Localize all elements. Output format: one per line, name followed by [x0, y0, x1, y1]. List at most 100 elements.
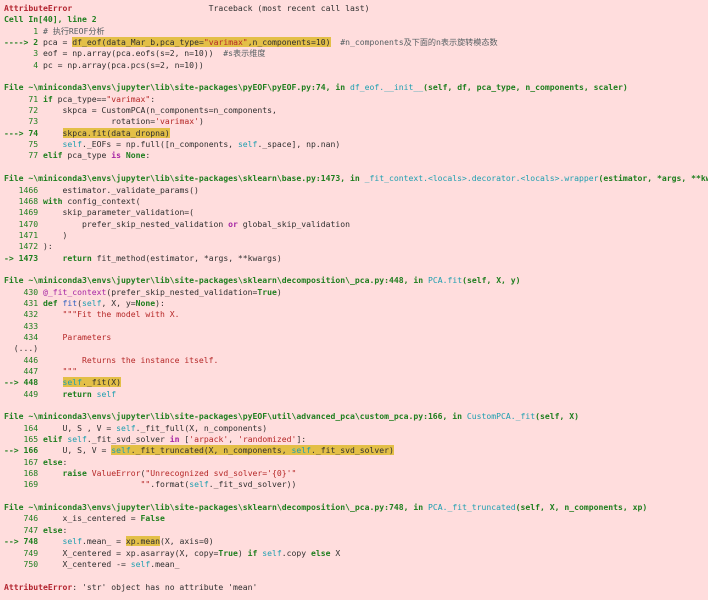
highlighted-code-segment: self [63, 377, 83, 387]
code-segment [38, 479, 140, 489]
code-segment: File ~\miniconda3\envs\jupyter\lib\site-… [4, 82, 350, 92]
traceback-line [4, 71, 708, 82]
traceback-line: 77 elif pca_type is None: [4, 150, 708, 161]
code-segment: # 执行REOF分析 [43, 26, 105, 36]
traceback-line: 431 def fit(self, X, y=None): [4, 298, 708, 309]
code-segment: pca = [38, 37, 72, 47]
code-segment: _fit_context.<locals>.decorator.<locals>… [365, 173, 599, 183]
code-segment: x_is_centered = [38, 513, 140, 523]
code-segment: .format( [150, 479, 189, 489]
traceback-line: --> 748 self.mean_ = xp.mean(X, axis=0) [4, 536, 708, 547]
traceback-line: 169 "".format(self._fit_svd_solver)) [4, 479, 708, 490]
code-segment: 432 [4, 309, 38, 319]
code-segment: fit [63, 298, 78, 308]
code-segment: ValueError [92, 468, 141, 478]
code-segment: 73 [4, 116, 38, 126]
code-segment: 749 [4, 548, 38, 558]
code-segment: File ~\miniconda3\envs\jupyter\lib\site-… [4, 275, 428, 285]
highlighted-code-segment: ._fit_truncated(X, n_components, [131, 445, 292, 455]
code-segment: (...) [4, 343, 38, 353]
code-segment: 167 [4, 457, 38, 467]
code-segment: global_skip_validation [238, 219, 350, 229]
code-segment: else [43, 525, 63, 535]
highlighted-code-segment: "varimax" [204, 37, 248, 47]
code-segment: 71 [4, 94, 38, 104]
traceback-line: 746 x_is_centered = False [4, 513, 708, 524]
code-segment: , X, y= [102, 298, 136, 308]
traceback-line [4, 264, 708, 275]
traceback-line [4, 162, 708, 173]
traceback-line: 1 # 执行REOF分析 [4, 26, 708, 37]
traceback-line: 1472 ): [4, 241, 708, 252]
traceback-line: 432 """Fit the model with X. [4, 309, 708, 320]
code-segment: --> 166 [4, 445, 38, 455]
code-segment: self [97, 389, 117, 399]
code-segment: in [170, 434, 180, 444]
code-segment [38, 389, 62, 399]
code-segment: : [63, 457, 68, 467]
code-segment: False [140, 513, 164, 523]
traceback-line: --> 166 U, S, V = self._fit_truncated(X,… [4, 445, 708, 456]
code-segment [38, 468, 62, 478]
code-segment: U, S , V = [38, 423, 116, 433]
code-segment: Traceback (most recent call last) [72, 3, 369, 13]
code-segment: return [63, 253, 92, 263]
traceback-text: AttributeError Traceback (most recent ca… [0, 0, 708, 593]
error-traceback-output: AttributeError Traceback (most recent ca… [0, 0, 708, 593]
code-segment: if [43, 94, 53, 104]
code-segment: None [126, 150, 146, 160]
highlighted-code-segment: ,n_components=10) [248, 37, 331, 47]
code-segment: .copy [282, 548, 311, 558]
code-segment: (self, X, y) [462, 275, 520, 285]
code-segment: self [238, 139, 258, 149]
code-segment: ) [199, 116, 204, 126]
code-segment: : [145, 150, 150, 160]
code-segment: self [82, 298, 102, 308]
code-segment: ) [38, 230, 67, 240]
code-segment: #s表示维度 [223, 48, 265, 58]
code-segment: fit_method(estimator, *args, **kwargs) [92, 253, 282, 263]
code-segment: df_eof.__init__ [350, 82, 423, 92]
code-segment: self [262, 548, 282, 558]
code-segment: 'randomized' [238, 434, 296, 444]
code-segment: (self, df, pca_type, n_components, scale… [423, 82, 628, 92]
code-segment: "varimax" [106, 94, 150, 104]
traceback-line: AttributeError: 'str' object has no attr… [4, 582, 708, 593]
code-segment: 75 [4, 139, 38, 149]
code-segment: Parameters [63, 332, 112, 342]
code-segment: : [63, 525, 68, 535]
traceback-line: 1470 prefer_skip_nested_validation or gl… [4, 219, 708, 230]
code-segment: eof = np.array(pca.eofs(s=2, n=10)) [38, 48, 223, 58]
traceback-line: 447 """ [4, 366, 708, 377]
code-segment [38, 139, 62, 149]
code-segment: 747 [4, 525, 38, 535]
code-segment: ) [277, 287, 282, 297]
code-segment: with [43, 196, 63, 206]
code-segment: self [131, 559, 151, 569]
traceback-line: 446 Returns the instance itself. [4, 355, 708, 366]
traceback-line: AttributeError Traceback (most recent ca… [4, 3, 708, 14]
code-segment: ._EOFs = np.full([n_components, [82, 139, 238, 149]
code-segment: ]: [296, 434, 306, 444]
code-segment: 434 [4, 332, 38, 342]
code-segment: File ~\miniconda3\envs\jupyter\lib\site-… [4, 411, 467, 421]
code-segment: (estimator, *args, **kwargs) [599, 173, 708, 183]
traceback-line: 747 else: [4, 525, 708, 536]
code-segment: [ [179, 434, 189, 444]
code-segment: #n_components及下面的n表示旋转模态数 [340, 37, 497, 47]
traceback-line: 1468 with config_context( [4, 196, 708, 207]
code-segment: self [189, 479, 209, 489]
code-segment: ---> 74 [4, 128, 38, 138]
code-segment: ): [155, 298, 165, 308]
highlighted-code-segment: ._fit_svd_solver) [311, 445, 394, 455]
traceback-line: 167 else: [4, 457, 708, 468]
code-segment: X_centered -= [38, 559, 131, 569]
code-segment: rotation= [38, 116, 155, 126]
code-segment: True [218, 548, 238, 558]
code-segment: pca_type [63, 150, 112, 160]
code-segment: ._fit_svd_solver)) [209, 479, 297, 489]
code-segment [38, 253, 62, 263]
code-segment: 1471 [4, 230, 38, 240]
highlighted-code-segment: skpca.fit(data_dropna) [63, 128, 170, 138]
traceback-line: ---> 74 skpca.fit(data_dropna) [4, 128, 708, 139]
